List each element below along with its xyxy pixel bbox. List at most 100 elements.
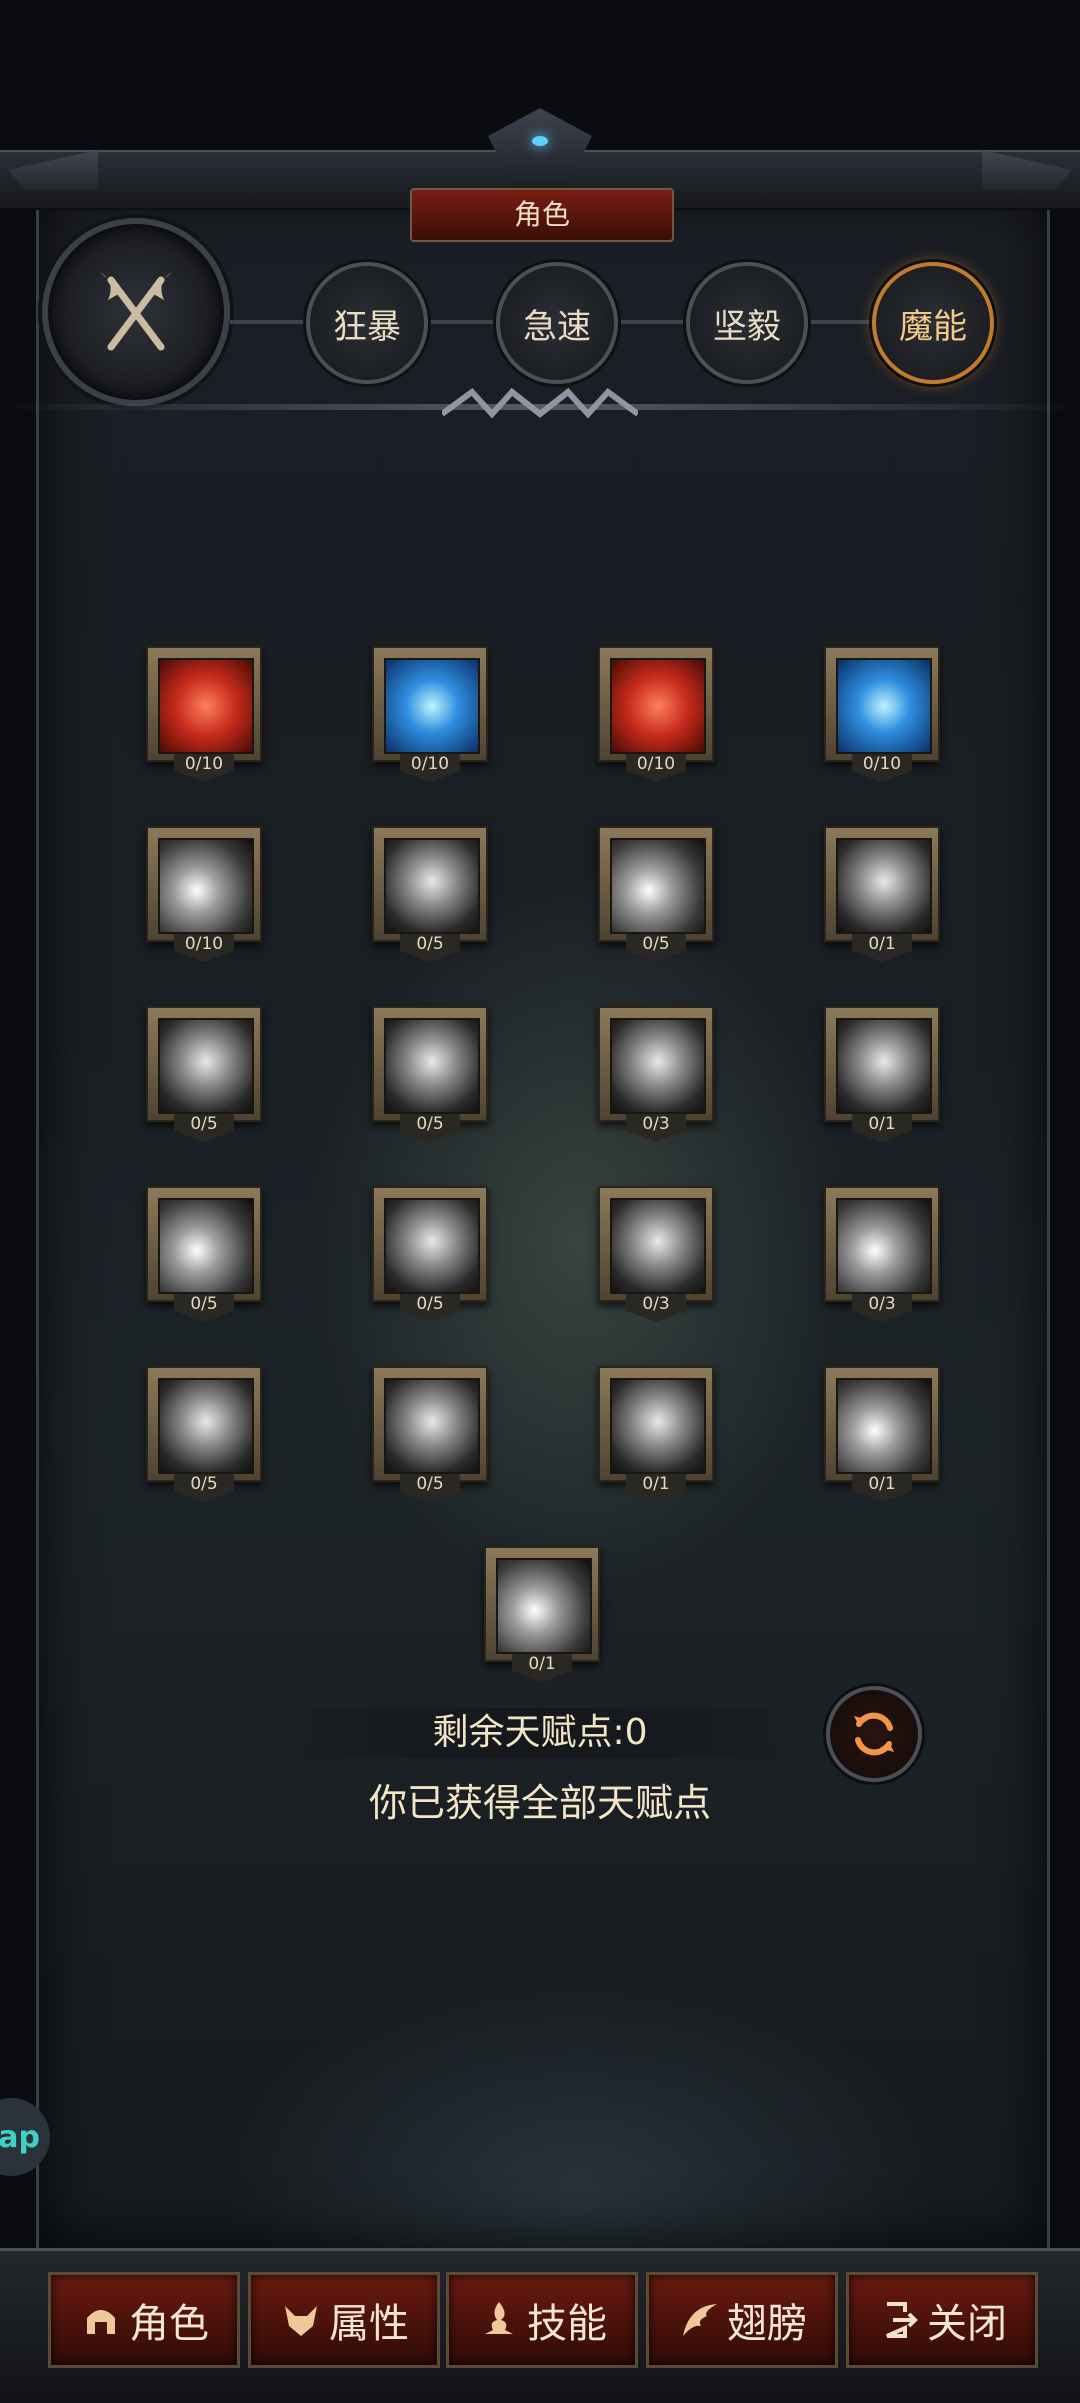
- skill-slot[interactable]: 0/5: [146, 1366, 262, 1516]
- lightning-bolt-icon: [158, 1198, 254, 1294]
- skill-frame: [146, 1006, 262, 1122]
- skill-level-count: 0/1: [868, 1474, 896, 1494]
- skill-slot[interactable]: 0/3: [598, 1186, 714, 1336]
- skill-frame: [824, 826, 940, 942]
- nav-attributes-label: 属性: [329, 2301, 409, 2347]
- skill-level-count: 0/5: [416, 1294, 444, 1314]
- heart-icon: [610, 658, 706, 754]
- chain-lightning-icon: [610, 1198, 706, 1294]
- skill-level-count: 0/5: [416, 934, 444, 954]
- skill-frame: [372, 826, 488, 942]
- nav-attributes-button[interactable]: 属性: [248, 2272, 440, 2368]
- reset-talents-button[interactable]: [826, 1686, 922, 1782]
- skill-frame: [598, 646, 714, 762]
- exit-icon: [877, 2298, 921, 2342]
- spec-tab-4[interactable]: 魔能: [872, 262, 994, 384]
- nav-close-button[interactable]: 关闭: [846, 2272, 1038, 2368]
- skill-slot[interactable]: 0/1: [824, 826, 940, 976]
- skill-slot[interactable]: 0/1: [824, 1366, 940, 1516]
- skill-level-count: 0/3: [642, 1294, 670, 1314]
- shield-figure-icon: [836, 838, 932, 934]
- skill-level-count: 0/5: [190, 1294, 218, 1314]
- vortex-icon: [496, 1558, 592, 1654]
- skill-slot[interactable]: 0/5: [372, 826, 488, 976]
- skill-frame: [372, 1366, 488, 1482]
- skill-slot[interactable]: 0/5: [146, 1186, 262, 1336]
- nav-character-button[interactable]: 角色: [48, 2272, 240, 2368]
- nav-character-label: 角色: [129, 2301, 209, 2347]
- skill-slot[interactable]: 0/10: [598, 646, 714, 796]
- spec-tab-3[interactable]: 坚毅: [686, 262, 808, 384]
- skill-level-count: 0/10: [862, 754, 902, 774]
- skill-slot[interactable]: 0/5: [372, 1186, 488, 1336]
- blue-swirl-staff-icon: [384, 658, 480, 754]
- skill-frame: [372, 1006, 488, 1122]
- skill-frame: [372, 1186, 488, 1302]
- crossed-axes-icon[interactable]: [42, 218, 230, 406]
- skill-level-count: 0/10: [184, 754, 224, 774]
- spiral-orb-icon: [610, 838, 706, 934]
- nav-skills-label: 技能: [527, 2301, 607, 2347]
- skill-slot[interactable]: 0/1: [824, 1006, 940, 1156]
- hooded-figure-icon: [384, 1378, 480, 1474]
- skill-frame: [824, 1186, 940, 1302]
- split-shield-icon: [384, 1018, 480, 1114]
- nav-wings-button[interactable]: 翅膀: [646, 2272, 838, 2368]
- spirit-mask-icon: [384, 1198, 480, 1294]
- skill-slot[interactable]: 0/5: [372, 1366, 488, 1516]
- skill-frame: [146, 646, 262, 762]
- skill-level-count: 0/1: [642, 1474, 670, 1494]
- glowing-head-icon: [610, 1018, 706, 1114]
- skill-level-count: 0/1: [528, 1654, 556, 1674]
- spiked-shield-icon: [158, 1018, 254, 1114]
- skill-slot[interactable]: 0/3: [598, 1006, 714, 1156]
- all-points-obtained-label: 你已获得全部天赋点: [368, 1781, 711, 1825]
- skill-slot[interactable]: 0/3: [824, 1186, 940, 1336]
- skill-level-count: 0/5: [416, 1474, 444, 1494]
- skill-frame: [824, 1006, 940, 1122]
- skill-frame: [598, 1366, 714, 1482]
- refresh-icon: [854, 1712, 894, 1756]
- skill-slot[interactable]: 0/10: [146, 646, 262, 796]
- skill-level-count: 0/5: [190, 1114, 218, 1134]
- skill-level-count: 0/5: [190, 1474, 218, 1494]
- wing-icon: [677, 2298, 721, 2342]
- skill-level-count: 0/5: [416, 1114, 444, 1134]
- skill-level-count: 0/1: [868, 934, 896, 954]
- divider-ornament-icon: [442, 387, 638, 419]
- skill-slot[interactable]: 0/10: [146, 826, 262, 976]
- demon-head-icon: [279, 2298, 323, 2342]
- nav-skills-button[interactable]: 技能: [446, 2272, 638, 2368]
- skill-frame: [372, 646, 488, 762]
- storm-beast-icon: [158, 1378, 254, 1474]
- skill-slot[interactable]: 0/5: [372, 1006, 488, 1156]
- lightning-strike-icon: [836, 1018, 932, 1114]
- white-flame-icon: [836, 1378, 932, 1474]
- skill-level-count: 0/1: [868, 1114, 896, 1134]
- white-flame-icon: [836, 1198, 932, 1294]
- chain-lightning-icon: [610, 1378, 706, 1474]
- skill-frame: [598, 1186, 714, 1302]
- skill-frame: [484, 1546, 600, 1662]
- crest-eye-icon: [532, 136, 548, 146]
- nav-wings-label: 翅膀: [727, 2301, 807, 2347]
- flame-hand-icon: [477, 2298, 521, 2342]
- skill-slot[interactable]: 0/1: [598, 1366, 714, 1516]
- swirl-upgrade-icon: [384, 838, 480, 934]
- skill-slot[interactable]: 0/5: [598, 826, 714, 976]
- nav-close-label: 关闭: [927, 2301, 1007, 2347]
- spec-tab-1[interactable]: 狂暴: [306, 262, 428, 384]
- skill-level-count: 0/10: [184, 934, 224, 954]
- skill-level-count: 0/5: [642, 934, 670, 954]
- skill-level-count: 0/10: [410, 754, 450, 774]
- remaining-points-label: 剩余天赋点:0: [432, 1712, 648, 1753]
- skill-slot[interactable]: 0/5: [146, 1006, 262, 1156]
- spec-tab-2[interactable]: 急速: [496, 262, 618, 384]
- muscle-arm-icon: [158, 658, 254, 754]
- skill-level-count: 0/10: [636, 754, 676, 774]
- skill-slot[interactable]: 0/1: [484, 1546, 600, 1696]
- skill-slot[interactable]: 0/10: [824, 646, 940, 796]
- skill-frame: [598, 1006, 714, 1122]
- skill-slot[interactable]: 0/10: [372, 646, 488, 796]
- skill-frame: [824, 1366, 940, 1482]
